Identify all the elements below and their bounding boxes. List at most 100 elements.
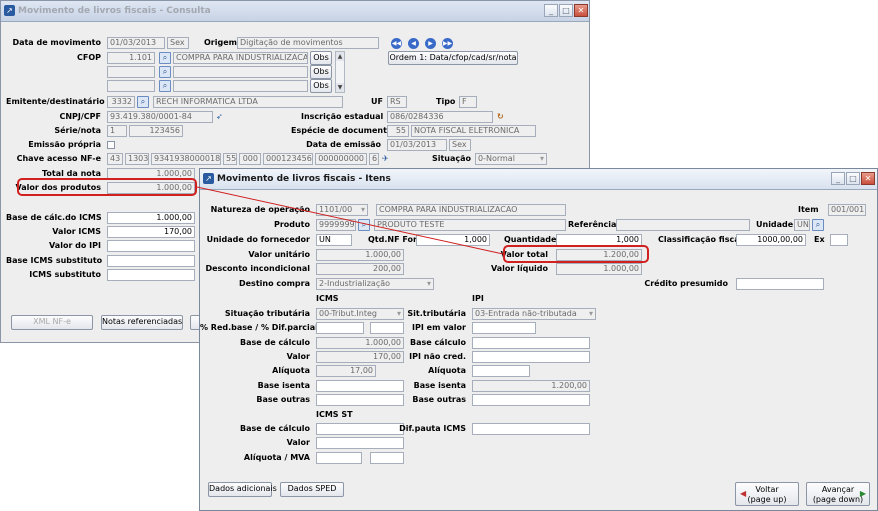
icms-base-outras-field[interactable] — [316, 394, 404, 406]
cfop-search-icon-3[interactable]: ⌕ — [159, 80, 171, 92]
produto-code-field[interactable]: 9999999 — [316, 219, 356, 231]
icms-base-isenta-field[interactable] — [316, 380, 404, 392]
chave-verify-icon[interactable]: ✈ — [382, 153, 389, 165]
app-icon: ↗ — [4, 5, 15, 16]
cfop-search-icon-2[interactable]: ⌕ — [159, 66, 171, 78]
st-mva-field[interactable] — [370, 452, 404, 464]
sit-trib-ipi-select[interactable]: 03-Entrada não-tributada — [472, 308, 596, 320]
emissao-propria-checkbox[interactable] — [107, 141, 115, 149]
ipi-base-outras-field[interactable] — [472, 394, 590, 406]
st-aliquota-field[interactable] — [316, 452, 362, 464]
st-base-calc-field[interactable] — [316, 423, 404, 435]
maximize-icon[interactable]: □ — [559, 4, 573, 17]
consulta-title: Movimento de livros fiscais - Consulta — [18, 6, 211, 16]
cfop-code-field-2[interactable] — [107, 66, 155, 78]
icms-valor-field: 170,00 — [316, 351, 404, 363]
cfop-code-field-3[interactable] — [107, 80, 155, 92]
cfop-search-icon[interactable]: ⌕ — [159, 52, 171, 64]
situacao-select[interactable]: 0-Normal — [475, 153, 547, 165]
red-base-field[interactable] — [316, 322, 364, 334]
next-record-icon[interactable]: ▶ — [425, 38, 436, 49]
prev-record-icon[interactable]: ◀ — [408, 38, 419, 49]
chave-part-2: 1303 — [125, 153, 149, 165]
minimize-icon[interactable]: _ — [544, 4, 558, 17]
consulta-titlebar: ↗ Movimento de livros fiscais - Consulta… — [1, 1, 589, 22]
label-ex: Ex — [814, 235, 825, 244]
label-serie: Série/nota — [54, 126, 101, 135]
cfop-code-field[interactable]: 1.101 — [107, 52, 155, 64]
ipi-nao-cred-field[interactable] — [472, 351, 590, 363]
unidade-search-icon[interactable]: ⌕ — [812, 219, 824, 231]
obs-button-3[interactable]: Obs — [310, 79, 332, 93]
destino-select[interactable]: 2-Industrialização — [316, 278, 434, 290]
uf-field: RS — [387, 96, 407, 108]
label-base-calc: Base de cálculo — [240, 338, 310, 347]
chave-part-3: 93419380000184 — [151, 153, 221, 165]
maximize-icon[interactable]: □ — [846, 172, 860, 185]
cfop-desc-field: COMPRA PARA INDUSTRIALIZACAO — [173, 52, 308, 64]
label-emissao-propria: Emissão própria — [28, 140, 101, 149]
emitente-code-field[interactable]: 3332 — [107, 96, 135, 108]
close-icon[interactable]: ✕ — [574, 4, 588, 17]
produto-search-icon[interactable]: ⌕ — [358, 219, 370, 231]
ordem-button[interactable]: Ordem 1: Data/cfop/cad/sr/nota — [388, 51, 518, 65]
origem-field[interactable]: Digitação de movimentos — [237, 37, 379, 49]
valor-liquido-field: 1.000,00 — [556, 263, 642, 275]
valor-ipi-field[interactable] — [107, 240, 195, 252]
desconto-field: 200,00 — [316, 263, 404, 275]
base-icms-st-field[interactable] — [107, 255, 195, 267]
close-icon[interactable]: ✕ — [861, 172, 875, 185]
scroll-up-icon[interactable]: ▲ — [336, 52, 344, 61]
xml-nfe-button[interactable]: XML NF-e — [11, 315, 93, 330]
label-st-valor: Valor — [286, 438, 310, 447]
dif-pauta-field[interactable] — [472, 423, 590, 435]
label-referencia: Referência — [568, 220, 617, 229]
credito-field[interactable] — [736, 278, 824, 290]
label-icms-base-outras: Base outras — [256, 395, 310, 404]
cfop-desc-field-3 — [173, 80, 308, 92]
base-icms-field[interactable]: 1.000,00 — [107, 212, 195, 224]
label-valor-ipi: Valor do IPI — [49, 241, 101, 250]
unid-fornecedor-field[interactable]: UN — [316, 234, 352, 246]
label-ipi-base-outras: Base outras — [412, 395, 466, 404]
obs-button-2[interactable]: Obs — [310, 65, 332, 79]
natureza-select[interactable]: 1101/00 — [316, 204, 368, 216]
sit-trib-icms-select[interactable]: 00-Tribut.Integ — [316, 308, 404, 320]
dados-sped-button[interactable]: Dados SPED — [280, 482, 344, 497]
data-movimento-field[interactable]: 01/03/2013 — [107, 37, 165, 49]
scroll-down-icon[interactable]: ▼ — [336, 83, 344, 92]
cfop-scrollbar[interactable]: ▲ ▼ — [335, 51, 345, 93]
notas-referenciadas-button[interactable]: Notas referenciadas — [101, 315, 183, 330]
label-qtd-forn: Qtd.NF Forn — [368, 235, 423, 244]
itens-title: Movimento de livros fiscais - Itens — [217, 174, 391, 184]
avancar-button[interactable]: Avançar (page down) ▶ — [806, 482, 870, 506]
label-desconto: Desconto incondicional — [205, 264, 310, 273]
ipi-em-valor-field[interactable] — [472, 322, 536, 334]
ex-field[interactable] — [830, 234, 848, 246]
valor-icms-field[interactable]: 170,00 — [107, 226, 195, 238]
refresh-icon[interactable]: ↻ — [497, 111, 504, 123]
inscricao-field: 086/0284336 — [387, 111, 493, 123]
chave-part-8: 6 — [369, 153, 379, 165]
emitente-search-icon[interactable]: ⌕ — [137, 96, 149, 108]
ipi-aliquota-field[interactable] — [472, 365, 530, 377]
nota-field: 123456 — [129, 125, 183, 137]
label-valor-icms: Valor ICMS — [52, 227, 101, 236]
qtd-forn-field[interactable]: 1,000 — [416, 234, 490, 246]
first-record-icon[interactable]: ◀◀ — [391, 38, 402, 49]
dif-parcial-field[interactable] — [370, 322, 404, 334]
minimize-icon[interactable]: _ — [831, 172, 845, 185]
ipi-base-isenta-field: 1.200,00 — [472, 380, 590, 392]
ipi-base-calc-field[interactable] — [472, 337, 590, 349]
voltar-button[interactable]: ◀ Voltar (page up) — [735, 482, 799, 506]
label-data-emissao: Data de emissão — [306, 140, 381, 149]
st-valor-field[interactable] — [316, 437, 404, 449]
dados-adicionais-button[interactable]: Dados adicionais — [208, 482, 277, 497]
unidade-field: UN — [794, 219, 810, 231]
last-record-icon[interactable]: ▶▶ — [442, 38, 453, 49]
app-icon: ↗ — [203, 173, 214, 184]
obs-button-1[interactable]: Obs — [310, 51, 332, 65]
classificacao-field[interactable]: 1000,00,00 — [736, 234, 806, 246]
icms-st-field[interactable] — [107, 269, 195, 281]
serie-field: 1 — [107, 125, 127, 137]
